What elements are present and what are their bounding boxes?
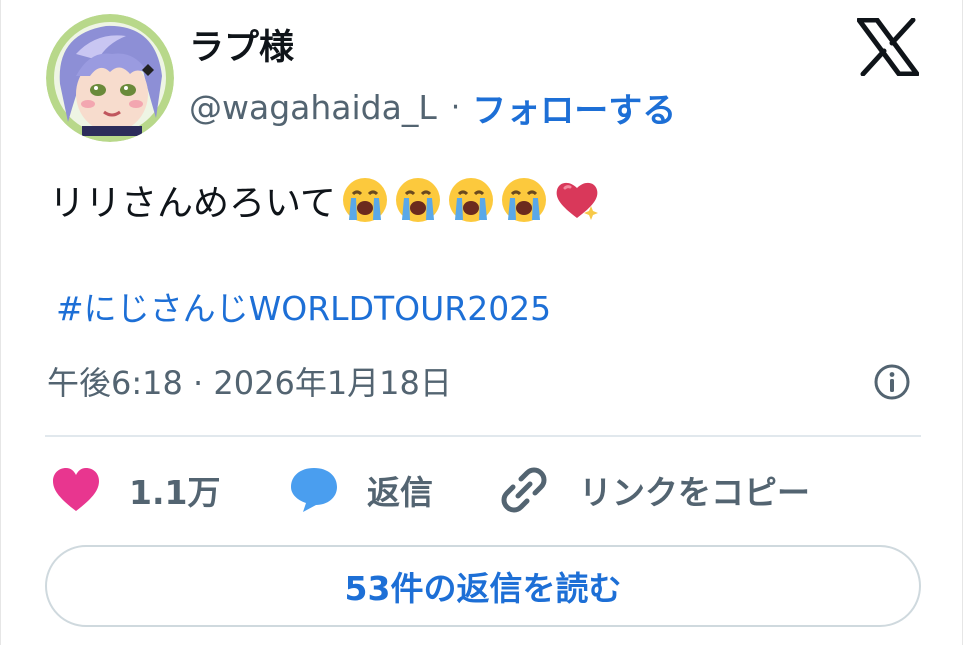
loudly-crying-face-icon	[447, 176, 495, 224]
x-logo-icon[interactable]	[856, 17, 920, 77]
loudly-crying-face-icon	[500, 176, 548, 224]
author-handle-row: @wagahaida_L · フォローする	[189, 83, 676, 132]
tweet-text: リリさんめろいて	[49, 172, 601, 228]
reply-button[interactable]: 返信	[289, 462, 433, 518]
read-replies-button[interactable]: 53件の返信を読む	[45, 545, 921, 627]
sparkling-heart-icon	[553, 176, 601, 224]
hashtag-link[interactable]: #にじさんじWORLDTOUR2025	[56, 282, 551, 330]
tweet-body-text: リリさんめろいて	[49, 183, 336, 224]
reply-label: 返信	[367, 473, 433, 512]
likes-count: 1.1万	[129, 473, 221, 512]
copy-link-button[interactable]: リンクをコピー	[499, 462, 810, 518]
speech-bubble-icon	[291, 468, 337, 512]
link-icon	[501, 467, 547, 513]
follow-button[interactable]: フォローする	[472, 83, 676, 132]
avatar-image	[46, 14, 174, 142]
separator-dot: ·	[450, 89, 461, 125]
copy-link-label: リンクをコピー	[579, 473, 810, 512]
author-display-name[interactable]: ラプ様	[189, 24, 294, 72]
loudly-crying-face-icon	[341, 176, 389, 224]
tweet-timestamp[interactable]: 午後6:18 · 2026年1月18日	[47, 358, 452, 404]
heart-icon	[53, 468, 99, 511]
like-button[interactable]: 1.1万	[51, 462, 220, 518]
divider	[45, 435, 921, 437]
tweet-embed-card: ラプ様 @wagahaida_L · フォローする リリさんめろいて #にじさん…	[0, 0, 963, 645]
info-icon[interactable]	[873, 363, 911, 401]
author-handle[interactable]: @wagahaida_L	[189, 88, 437, 127]
avatar[interactable]	[46, 14, 174, 142]
loudly-crying-face-icon	[394, 176, 442, 224]
